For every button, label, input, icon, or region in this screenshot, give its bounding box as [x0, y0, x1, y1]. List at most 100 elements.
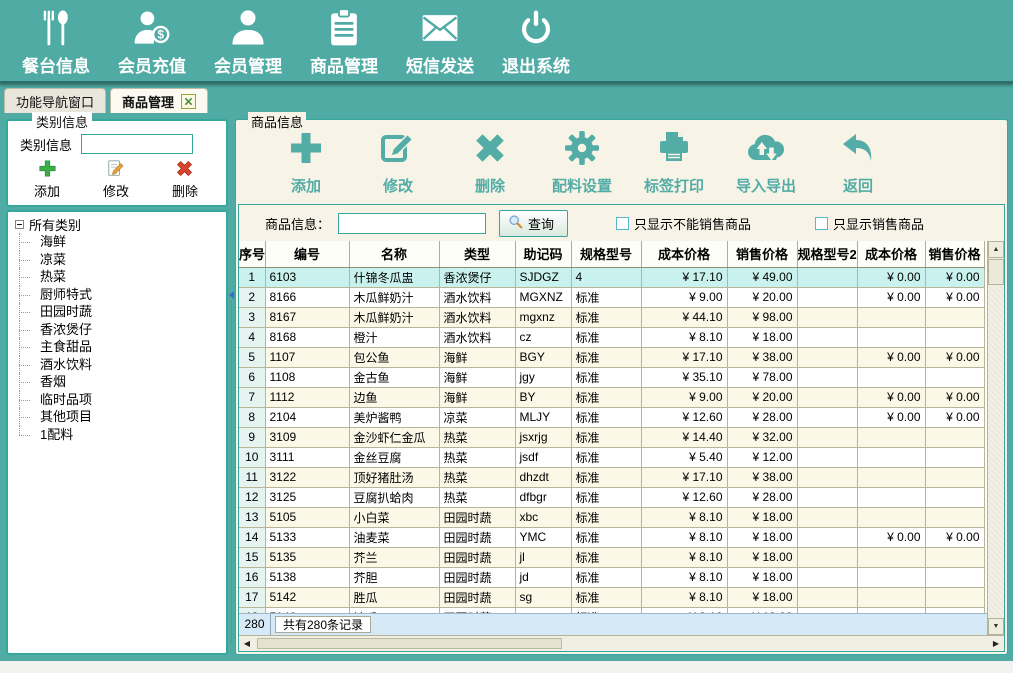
- tree-item[interactable]: 香浓煲仔: [8, 321, 226, 339]
- import-export-button[interactable]: 导入导出: [726, 128, 806, 196]
- table-cell: 5138: [265, 567, 349, 587]
- table-cell: 热菜: [439, 447, 515, 467]
- category-modify-button[interactable]: 修改: [103, 159, 129, 200]
- nav-label: 短信发送: [406, 52, 474, 77]
- splitter-collapse-icon[interactable]: [229, 291, 234, 299]
- tab-nav-window[interactable]: 功能导航窗口: [4, 88, 106, 113]
- checkbox-sellable[interactable]: [815, 217, 828, 230]
- table-row[interactable]: 145133油麦菜田园时蔬YMC标准¥ 8.10¥ 18.00¥ 0.00¥ 0…: [239, 527, 984, 547]
- nav-member-recharge[interactable]: $ 会员充值: [108, 4, 196, 77]
- column-header[interactable]: 销售价格: [925, 241, 984, 267]
- label-print-button[interactable]: 标签打印: [634, 128, 714, 196]
- table-row[interactable]: 38167木瓜鲜奶汁酒水饮料mgxnz标准¥ 44.10¥ 98.00: [239, 307, 984, 327]
- product-modify-button[interactable]: 修改: [358, 128, 438, 196]
- row-number-cell: 6: [239, 367, 265, 387]
- tree-root-node[interactable]: 所有类别: [8, 216, 226, 233]
- scroll-right-icon[interactable]: ▶: [988, 636, 1004, 651]
- column-header[interactable]: 规格型号: [571, 241, 641, 267]
- table-row[interactable]: 51107包公鱼海鲜BGY标准¥ 17.10¥ 38.00¥ 0.00¥ 0.0…: [239, 347, 984, 367]
- tree-item[interactable]: 厨师特式: [8, 286, 226, 304]
- tree-item[interactable]: 田园时蔬: [8, 303, 226, 321]
- table-cell: 标准: [571, 387, 641, 407]
- nav-sms[interactable]: 短信发送: [396, 4, 484, 77]
- column-header[interactable]: 规格型号2: [797, 241, 857, 267]
- button-label: 删除: [475, 175, 505, 196]
- product-add-button[interactable]: 添加: [266, 128, 346, 196]
- vertical-scrollbar[interactable]: ▲ ▼: [987, 241, 1004, 635]
- table-row[interactable]: 103111金丝豆腐热菜jsdf标准¥ 5.40¥ 12.00: [239, 447, 984, 467]
- table-cell: BY: [515, 387, 571, 407]
- back-button[interactable]: 返回: [818, 128, 898, 196]
- table-cell: 标准: [571, 507, 641, 527]
- table-cell: 1107: [265, 347, 349, 367]
- scroll-left-icon[interactable]: ◀: [239, 636, 255, 651]
- table-row[interactable]: 16103什锦冬瓜盅香浓煲仔SJDGZ4¥ 17.10¥ 49.00¥ 0.00…: [239, 267, 984, 287]
- tree-item[interactable]: 主食甜品: [8, 338, 226, 356]
- tree-item[interactable]: 临时品项: [8, 391, 226, 409]
- horizontal-scrollbar[interactable]: ◀ ▶: [239, 635, 1004, 651]
- tree-collapse-icon[interactable]: [15, 220, 24, 229]
- table-cell: 酒水饮料: [439, 327, 515, 347]
- category-input[interactable]: [81, 134, 193, 154]
- nav-exit[interactable]: 退出系统: [492, 4, 580, 77]
- column-header[interactable]: 成本价格: [857, 241, 925, 267]
- edit-square-icon: [378, 128, 418, 172]
- category-delete-button[interactable]: 删除: [172, 159, 198, 200]
- tree-item[interactable]: 凉菜: [8, 251, 226, 269]
- ingredient-settings-button[interactable]: 配料设置: [542, 128, 622, 196]
- tree-item[interactable]: 1配料: [8, 426, 226, 444]
- table-row[interactable]: 82104美炉酱鸭凉菜MLJY标准¥ 12.60¥ 28.00¥ 0.00¥ 0…: [239, 407, 984, 427]
- tree-root-label: 所有类别: [29, 215, 81, 234]
- nav-member-mgmt[interactable]: 会员管理: [204, 4, 292, 77]
- scroll-up-icon[interactable]: ▲: [988, 241, 1004, 258]
- tree-item[interactable]: 香烟: [8, 373, 226, 391]
- table-cell: ¥ 0.00: [925, 527, 984, 547]
- column-header[interactable]: 成本价格: [641, 241, 727, 267]
- column-header[interactable]: 编号: [265, 241, 349, 267]
- tab-product-mgmt[interactable]: 商品管理: [110, 88, 208, 113]
- column-header[interactable]: 助记码: [515, 241, 571, 267]
- category-groupbox: 类别信息 类别信息 添加: [6, 119, 228, 207]
- table-row[interactable]: 113122顶好猪肚汤热菜dhzdt标准¥ 17.10¥ 38.00: [239, 467, 984, 487]
- table-row[interactable]: 61108金古鱼海鲜jgy标准¥ 35.10¥ 78.00: [239, 367, 984, 387]
- nav-label: 会员管理: [214, 52, 282, 77]
- table-row[interactable]: 71112边鱼海鲜BY标准¥ 9.00¥ 20.00¥ 0.00¥ 0.00: [239, 387, 984, 407]
- table-row[interactable]: 135105小白菜田园时蔬xbc标准¥ 8.10¥ 18.00: [239, 507, 984, 527]
- tree-item[interactable]: 其他项目: [8, 408, 226, 426]
- table-row[interactable]: 93109金沙虾仁金瓜热菜jsxrjg标准¥ 14.40¥ 32.00: [239, 427, 984, 447]
- horizontal-scroll-thumb[interactable]: [257, 638, 562, 649]
- table-row[interactable]: 123125豆腐扒蛤肉热菜dfbgr标准¥ 12.60¥ 28.00: [239, 487, 984, 507]
- search-row: 商品信息： 查询 只显示不能销售商品: [239, 205, 1004, 241]
- column-header[interactable]: 类型: [439, 241, 515, 267]
- column-header[interactable]: 序号: [239, 241, 265, 267]
- scroll-down-icon[interactable]: ▼: [988, 618, 1004, 635]
- product-delete-button[interactable]: 删除: [450, 128, 530, 196]
- table-row[interactable]: 165138芥胆田园时蔬jd标准¥ 8.10¥ 18.00: [239, 567, 984, 587]
- nav-product-mgmt[interactable]: 商品管理: [300, 4, 388, 77]
- tree-item[interactable]: 酒水饮料: [8, 356, 226, 374]
- product-toolbar: 添加 修改 删除: [236, 120, 1007, 204]
- table-row[interactable]: 48168橙汁酒水饮料cz标准¥ 8.10¥ 18.00: [239, 327, 984, 347]
- table-cell: SJDGZ: [515, 267, 571, 287]
- column-header[interactable]: 名称: [349, 241, 439, 267]
- table-cell: sg: [515, 587, 571, 607]
- panel-splitter[interactable]: [228, 119, 235, 655]
- category-add-button[interactable]: 添加: [34, 159, 60, 200]
- tree-item[interactable]: 海鲜: [8, 233, 226, 251]
- product-search-input[interactable]: [338, 213, 486, 234]
- vertical-scroll-thumb[interactable]: [988, 259, 1004, 285]
- row-number-cell: 2: [239, 287, 265, 307]
- table-row[interactable]: 155135芥兰田园时蔬jl标准¥ 8.10¥ 18.00: [239, 547, 984, 567]
- tree-item[interactable]: 热菜: [8, 268, 226, 286]
- tab-close-icon[interactable]: [181, 94, 196, 109]
- table-row[interactable]: 28166木瓜鲜奶汁酒水饮料MGXNZ标准¥ 9.00¥ 20.00¥ 0.00…: [239, 287, 984, 307]
- table-cell: 金丝豆腐: [349, 447, 439, 467]
- nav-table-info[interactable]: 餐台信息: [12, 4, 100, 77]
- checkbox-unsellable[interactable]: [616, 217, 629, 230]
- query-button[interactable]: 查询: [499, 210, 568, 237]
- column-header[interactable]: 销售价格: [727, 241, 797, 267]
- nav-label: 餐台信息: [22, 52, 90, 77]
- table-cell: 酒水饮料: [439, 307, 515, 327]
- table-cell: [857, 307, 925, 327]
- table-row[interactable]: 175142胜瓜田园时蔬sg标准¥ 8.10¥ 18.00: [239, 587, 984, 607]
